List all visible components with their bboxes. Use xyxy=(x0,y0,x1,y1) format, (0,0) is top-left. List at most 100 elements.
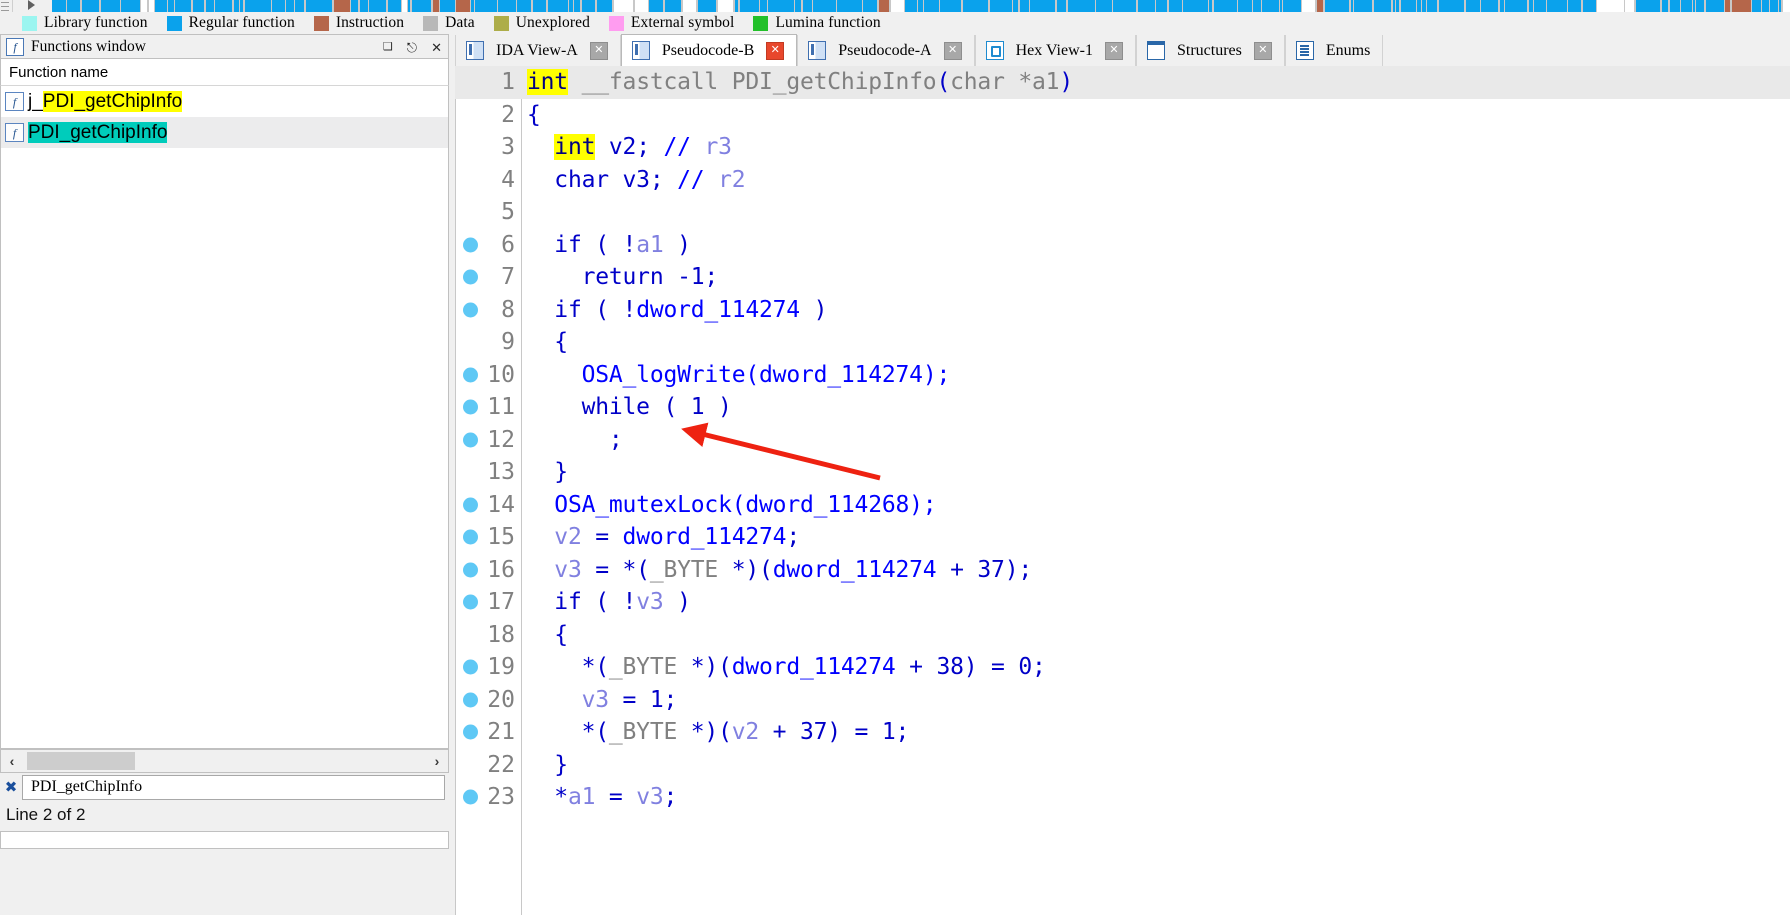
code-line-text: { xyxy=(527,326,568,359)
code-token: a1 xyxy=(567,784,596,811)
scroll-left-icon[interactable]: ‹ xyxy=(1,750,23,772)
hscroll-track[interactable] xyxy=(23,750,426,772)
navigator-segment xyxy=(433,0,439,12)
code-line[interactable]: 22 } xyxy=(455,749,1790,782)
function-filter-input[interactable]: PDI_getChipInfo xyxy=(22,774,445,800)
pseudocode-lines[interactable]: 1 int __fastcall PDI_getChipInfo(char * a1… xyxy=(455,66,1790,915)
tab-enums[interactable]: Enums xyxy=(1284,35,1384,66)
tab-pseudocode-a[interactable]: Pseudocode-A ✕ xyxy=(797,35,975,66)
function-name-column-header[interactable]: Function name xyxy=(0,59,449,86)
code-line[interactable]: 6 if ( ! a1 ) xyxy=(455,229,1790,262)
navigator-segment xyxy=(1013,0,1018,12)
code-line[interactable]: 10 OSA_logWrite(dword_114274); xyxy=(455,359,1790,392)
code-line[interactable]: 5 xyxy=(455,196,1790,229)
pseudocode-view[interactable]: 1 int __fastcall PDI_getChipInfo(char * a1… xyxy=(455,66,1790,915)
navigator-segment xyxy=(498,0,516,12)
navigator-segment xyxy=(1214,0,1237,12)
clear-filter-icon[interactable]: ✖ xyxy=(0,778,22,796)
navigator-segment xyxy=(149,0,154,12)
code-line[interactable]: 14 OSA_mutexLock(dword_114268); xyxy=(455,489,1790,522)
code-line[interactable]: 15 v2 = dword_114274; xyxy=(455,521,1790,554)
code-line[interactable]: 19 *(_BYTE *)(dword_114274 + 38) = 0; xyxy=(455,651,1790,684)
navigator-segment xyxy=(649,0,663,12)
code-line-text: { xyxy=(527,99,541,132)
code-token: dword_114274 xyxy=(772,556,937,583)
navigator-segment xyxy=(918,0,923,12)
navigator-segment xyxy=(155,0,167,12)
navigator-segment xyxy=(683,0,696,12)
code-line[interactable]: 18 { xyxy=(455,619,1790,652)
navigator-segment xyxy=(1417,0,1421,12)
function-list-item[interactable]: f PDI_getChipInfo xyxy=(1,117,448,148)
navigator-segment xyxy=(1706,0,1724,12)
tab-ida-view-a[interactable]: IDA View-A ✕ xyxy=(455,35,621,66)
navigator-segment xyxy=(1547,0,1567,12)
float-button[interactable]: ⎋ xyxy=(407,41,417,54)
tab-close-icon[interactable]: ✕ xyxy=(1253,41,1272,60)
code-line[interactable]: 7 return -1; xyxy=(455,261,1790,294)
function-list-hscrollbar[interactable]: ‹ › xyxy=(0,749,449,773)
scroll-right-icon[interactable]: › xyxy=(426,750,448,772)
code-line[interactable]: 4 char v3; // r2 xyxy=(455,164,1790,197)
navigator-segment xyxy=(1113,0,1136,12)
code-line-text: int __fastcall PDI_getChipInfo(char * a1) xyxy=(527,66,1073,99)
code-line[interactable]: 20 v3 = 1; xyxy=(455,684,1790,717)
navigator-segment xyxy=(234,0,239,12)
tab-pseudocode-b[interactable]: Pseudocode-B ✕ xyxy=(620,34,798,66)
code-line[interactable]: 16 v3 = *(_BYTE *)(dword_114274 + 37); xyxy=(455,554,1790,587)
code-token: dword_114268 xyxy=(745,491,910,518)
code-token: { xyxy=(527,621,568,648)
tab-label: Hex View-1 xyxy=(1015,41,1093,59)
function-list[interactable]: f j_PDI_getChipInfo f PDI_getChipInfo xyxy=(0,86,449,749)
navigator-segment xyxy=(940,0,961,12)
code-token: ( xyxy=(731,491,746,518)
code-line[interactable]: 8 if ( ! dword_114274 ) xyxy=(455,294,1790,327)
function-icon: f xyxy=(5,92,24,111)
close-button[interactable]: ✕ xyxy=(431,41,442,54)
tab-hex-view-1[interactable]: Hex View-1 ✕ xyxy=(974,35,1136,66)
code-line[interactable]: 11 while ( 1 ) xyxy=(455,391,1790,424)
code-line[interactable]: 21 *(_BYTE *)(v2 + 37) = 1; xyxy=(455,716,1790,749)
tab-structures[interactable]: Structures ✕ xyxy=(1135,35,1285,66)
code-token: a1 xyxy=(1032,69,1060,96)
navigator-segment xyxy=(963,0,988,12)
navigator-band[interactable] xyxy=(0,0,1790,12)
code-token: + 38) = 0; xyxy=(895,654,1046,681)
code-line[interactable]: 23 * a1 = v3; xyxy=(455,781,1790,814)
code-token: char v3; xyxy=(527,166,678,193)
function-list-item[interactable]: f j_PDI_getChipInfo xyxy=(1,86,448,117)
code-line[interactable]: 13 } xyxy=(455,456,1790,489)
code-line[interactable]: 1 int __fastcall PDI_getChipInfo(char * a1… xyxy=(455,66,1790,99)
code-line[interactable]: 3 int v2; // r3 xyxy=(455,131,1790,164)
view-tab-strip[interactable]: IDA View-A ✕ Pseudocode-B ✕ Pseudocode-A ✕ Hex… xyxy=(455,34,1790,66)
legend-swatch xyxy=(608,15,624,31)
code-token: *)( xyxy=(677,654,732,681)
code-line[interactable]: 12 ; xyxy=(455,424,1790,457)
code-line[interactable]: 2{ xyxy=(455,99,1790,132)
code-token: } xyxy=(527,751,568,778)
legend-label: Instruction xyxy=(335,14,405,31)
navigator-segment xyxy=(803,0,812,12)
line-number: 7 xyxy=(501,264,515,291)
line-number: 1 xyxy=(501,69,515,96)
tab-close-icon[interactable]: ✕ xyxy=(1104,41,1123,60)
navigator-track[interactable] xyxy=(52,0,1790,12)
tab-close-icon[interactable]: ✕ xyxy=(589,41,608,60)
code-line[interactable]: 9 { xyxy=(455,326,1790,359)
hscroll-thumb[interactable] xyxy=(27,752,135,770)
navigator-segment xyxy=(1238,0,1252,12)
code-line[interactable]: 17 if ( ! v3 ) xyxy=(455,586,1790,619)
code-line-text: if ( ! a1 ) xyxy=(527,229,691,262)
navigator-segment xyxy=(768,0,794,12)
tab-close-icon[interactable]: ✕ xyxy=(766,41,785,60)
code-token: *)( xyxy=(718,556,773,583)
code-token: ) xyxy=(663,589,691,616)
restore-button[interactable]: ❑ xyxy=(383,42,393,53)
code-token: ( xyxy=(936,69,951,96)
tab-close-icon[interactable]: ✕ xyxy=(943,41,962,60)
code-token: ; xyxy=(527,426,623,453)
code-token: dword_114274 xyxy=(731,654,896,681)
line-number: 3 xyxy=(501,134,515,161)
line-number: 11 xyxy=(487,394,515,421)
